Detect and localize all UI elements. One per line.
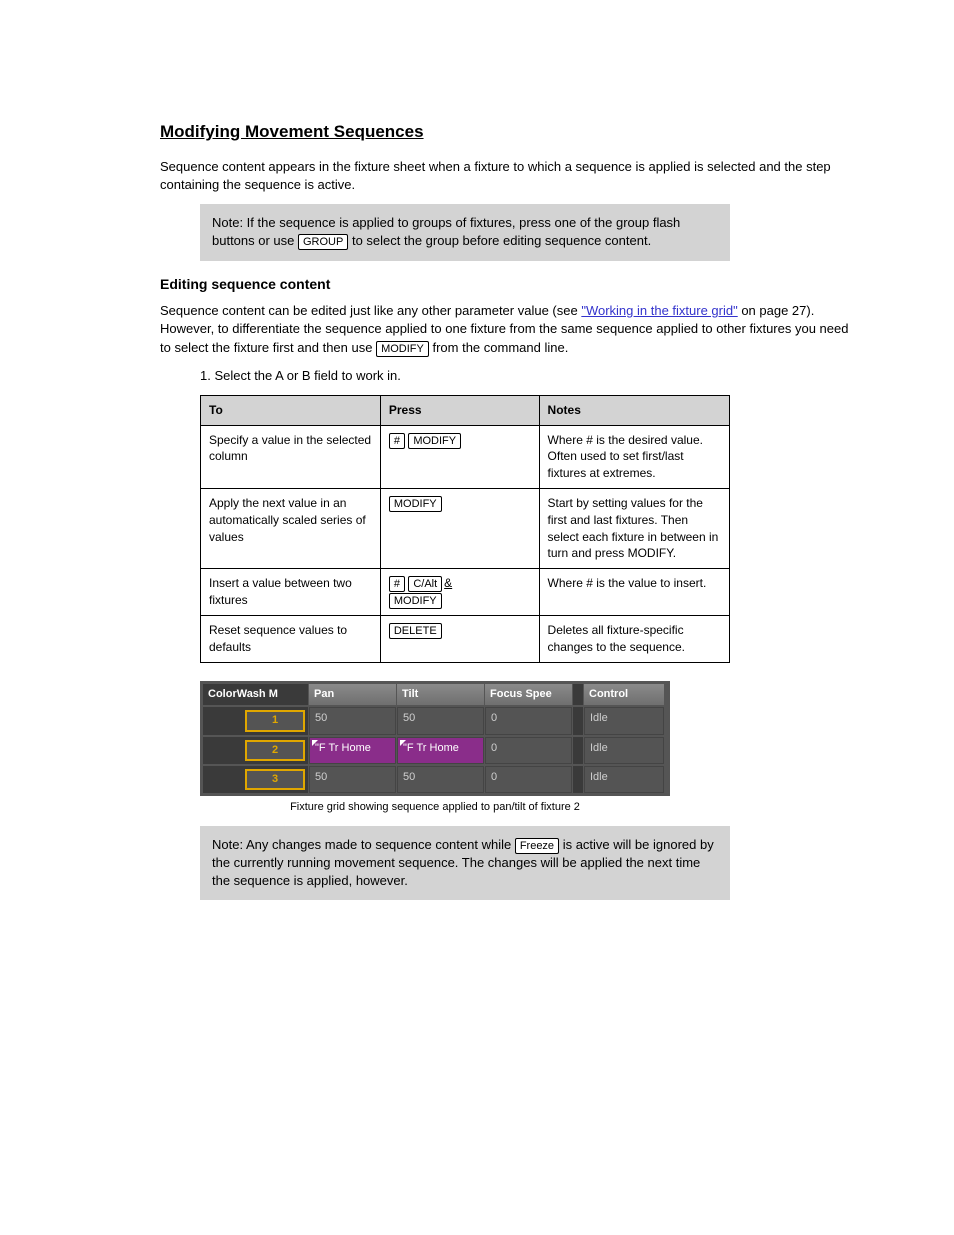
fg-cell-pan-value: "F Tr Home [315, 742, 371, 754]
modify-key: MODIFY [389, 593, 442, 609]
table-row: Specify a value in the selected column# … [201, 425, 730, 488]
cell-press: DELETE [380, 616, 539, 663]
fg-cell-pan[interactable]: "F Tr Home [309, 737, 396, 764]
edit-table: To Press Notes Specify a value in the se… [200, 395, 730, 663]
fixture-id: 1 [245, 710, 305, 731]
hash-key: # [389, 576, 405, 592]
crossref-link-text: "Working in the fixture grid" [581, 303, 737, 318]
fg-header-control: Control [584, 684, 664, 705]
cell-press: MODIFY [380, 489, 539, 569]
#-key: # [389, 433, 405, 449]
fg-cell-tilt-value: 50 [403, 712, 415, 724]
fixture-id: 2 [245, 740, 305, 761]
fg-cell-focus[interactable]: 0 [485, 707, 572, 734]
note2-prefix: Note: Any changes made to sequence conte… [212, 837, 515, 852]
fg-cell-tilt[interactable]: 50 [397, 766, 484, 793]
fg-cell-tilt-value: "F Tr Home [403, 742, 459, 754]
section-title: Modifying Movement Sequences [160, 120, 854, 144]
crossref-page: on page 27 [738, 303, 807, 318]
fg-header-label: ColorWash M [203, 684, 308, 705]
table-row: Apply the next value in an automatically… [201, 489, 730, 569]
fg-header-gap [573, 684, 583, 705]
fg-header-focus: Focus Spee [485, 684, 572, 705]
fg-cell-tilt-value: 50 [403, 771, 415, 783]
fg-cell-pan-value: 50 [315, 712, 327, 724]
fixture-grid: ColorWash MPanTiltFocus Spee Control 1 50 50… [200, 681, 670, 797]
fg-gap [573, 737, 583, 764]
fg-cell-tilt[interactable]: 50 [397, 707, 484, 734]
cell-notes: Where # is the value to insert. [539, 569, 729, 616]
cell-to: Reset sequence values to defaults [201, 616, 381, 663]
triangle-icon [400, 740, 406, 746]
editing-heading: Editing sequence content [160, 275, 854, 295]
freeze-key: Freeze [515, 838, 559, 854]
fg-cell-pan[interactable]: 50 [309, 707, 396, 734]
modify-key-inline: MODIFY [376, 341, 429, 357]
fg-cell-focus[interactable]: 0 [485, 766, 572, 793]
th-to: To [201, 395, 381, 425]
fg-id-cell[interactable]: 1 [203, 707, 308, 734]
cell-to: Apply the next value in an automatically… [201, 489, 381, 569]
fg-cell-control[interactable]: Idle [584, 737, 664, 764]
fg-header-pan: Pan [309, 684, 396, 705]
intro-paragraph: Sequence content appears in the fixture … [160, 158, 854, 194]
para2-suffix2: from the command line. [432, 340, 568, 355]
note-box-1: Note: If the sequence is applied to grou… [200, 204, 730, 260]
note-box-2: Note: Any changes made to sequence conte… [200, 826, 730, 901]
table-lead-in: 1. Select the A or B field to work in. [200, 367, 854, 385]
cell-press: # MODIFY [380, 425, 539, 488]
fg-header-tilt: Tilt [397, 684, 484, 705]
fg-gap [573, 766, 583, 793]
fg-id-cell[interactable]: 3 [203, 766, 308, 793]
para2-prefix: Sequence content can be edited just like… [160, 303, 581, 318]
cell-notes: Where # is the desired value. Often used… [539, 425, 729, 488]
fixture-grid-caption: Fixture grid showing sequence applied to… [200, 800, 670, 815]
fg-cell-control[interactable]: Idle [584, 707, 664, 734]
crossref-link[interactable]: "Working in the fixture grid" [581, 303, 737, 318]
calt-key: C/Alt [408, 576, 442, 592]
fg-cell-pan-value: 50 [315, 771, 327, 783]
fg-cell-pan[interactable]: 50 [309, 766, 396, 793]
cell-notes: Deletes all fixture-specific changes to … [539, 616, 729, 663]
fg-cell-control[interactable]: Idle [584, 766, 664, 793]
fg-cell-focus[interactable]: 0 [485, 737, 572, 764]
fg-id-cell[interactable]: 2 [203, 737, 308, 764]
delete-key: DELETE [389, 623, 442, 639]
fg-cell-tilt[interactable]: "F Tr Home [397, 737, 484, 764]
note1-suffix: to select the group before editing seque… [352, 233, 651, 248]
ampersand: & [444, 576, 452, 590]
fixture-grid-figure: ColorWash MPanTiltFocus Spee Control 1 50 50… [200, 681, 670, 816]
triangle-icon [312, 740, 318, 746]
th-notes: Notes [539, 395, 729, 425]
para2: Sequence content can be edited just like… [160, 302, 854, 357]
group-key: GROUP [298, 234, 348, 250]
cell-notes: Start by setting values for the first an… [539, 489, 729, 569]
modify-key: MODIFY [408, 433, 461, 449]
modify-key: MODIFY [389, 496, 442, 512]
fg-gap [573, 707, 583, 734]
fixture-id: 3 [245, 769, 305, 790]
cell-to: Specify a value in the selected column [201, 425, 381, 488]
cell-to: Insert a value between two fixtures [201, 569, 381, 616]
cell-press: # C/Alt&MODIFY [380, 569, 539, 616]
table-row: Insert a value between two fixtures# C/A… [201, 569, 730, 616]
table-row: Reset sequence values to defaults DELETE D… [201, 616, 730, 663]
th-press: Press [380, 395, 539, 425]
